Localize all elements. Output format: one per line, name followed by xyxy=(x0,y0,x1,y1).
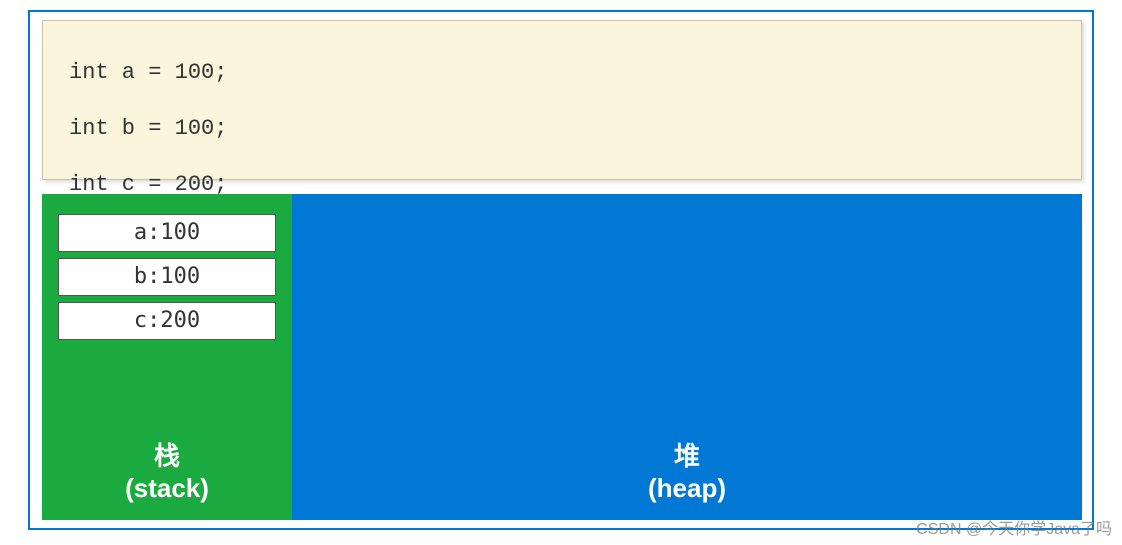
diagram-frame: int a = 100; int b = 100; int c = 200; S… xyxy=(28,10,1094,530)
stack-title-en: (stack) xyxy=(42,472,292,504)
code-text: int a = 100; xyxy=(69,60,227,85)
code-text: int b = 100; xyxy=(69,116,227,141)
code-line: int a = 100; xyxy=(69,59,1055,87)
stack-var: c:200 xyxy=(58,302,276,340)
code-line: int b = 100; xyxy=(69,115,1055,143)
watermark: CSDN @今天你学Java了吗 xyxy=(916,515,1112,539)
stack-var: b:100 xyxy=(58,258,276,296)
heap-panel: 堆 (heap) xyxy=(292,194,1082,520)
heap-label: 堆 (heap) xyxy=(292,440,1082,504)
heap-title-cn: 堆 xyxy=(292,440,1082,472)
code-block: int a = 100; int b = 100; int c = 200; S… xyxy=(42,20,1082,180)
stack-panel: a:100 b:100 c:200 栈 (stack) xyxy=(42,194,292,520)
heap-title-en: (heap) xyxy=(292,472,1082,504)
stack-label: 栈 (stack) xyxy=(42,440,292,504)
stack-title-cn: 栈 xyxy=(42,440,292,472)
memory-row: a:100 b:100 c:200 栈 (stack) 堆 (heap) xyxy=(42,194,1082,520)
stack-var: a:100 xyxy=(58,214,276,252)
